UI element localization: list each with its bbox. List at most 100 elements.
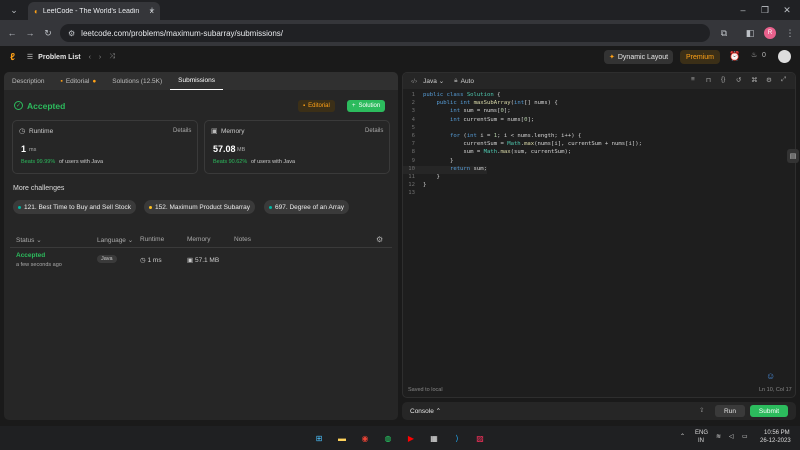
vscode-icon[interactable]: ⟩ bbox=[450, 431, 464, 445]
reset-icon[interactable]: ↺ bbox=[736, 76, 741, 84]
memory-details-link[interactable]: Details bbox=[365, 128, 383, 134]
settings-gear-icon[interactable]: ⚙ bbox=[766, 76, 772, 84]
settings-gear-icon[interactable]: ⚙ bbox=[376, 235, 383, 244]
challenge-label: 152. Maximum Product Subarray bbox=[155, 203, 251, 211]
fullscreen-icon[interactable]: ⤢ bbox=[781, 76, 786, 84]
problem-list-link[interactable]: Problem List bbox=[38, 54, 80, 61]
braces-icon[interactable]: {} bbox=[721, 76, 725, 83]
code-line[interactable]: 6 for (int i = 1; i < nums.length; i++) … bbox=[403, 133, 582, 141]
streak-fire-icon[interactable]: ♨ bbox=[751, 51, 757, 59]
code-line[interactable]: 13 bbox=[403, 190, 423, 198]
tab-editorial[interactable]: ▪ Editorial ● bbox=[53, 72, 105, 90]
battery-icon[interactable]: ▭ bbox=[742, 433, 748, 440]
console-toggle[interactable]: Console ⌃ bbox=[410, 407, 441, 415]
new-tab-button[interactable]: + bbox=[144, 2, 160, 18]
challenge-chip[interactable]: 121. Best Time to Buy and Sell Stock bbox=[13, 200, 136, 214]
forward-icon[interactable]: → bbox=[22, 25, 38, 41]
code-line[interactable]: 7 currentSum = Math.max(nums[i], current… bbox=[403, 141, 642, 149]
profile-avatar[interactable]: R bbox=[764, 27, 776, 39]
solution-button[interactable]: + Solution bbox=[347, 100, 386, 112]
tray-chevron-up-icon[interactable]: ⌃ bbox=[680, 433, 685, 440]
intellij-icon[interactable]: ▨ bbox=[473, 431, 487, 445]
col-runtime: Runtime bbox=[140, 236, 165, 243]
clock-time[interactable]: 10:56 PM bbox=[764, 430, 790, 436]
challenge-chip[interactable]: 152. Maximum Product Subarray bbox=[144, 200, 256, 214]
result-status: Accepted bbox=[27, 101, 66, 111]
code-text: currentSum = Math.max(nums[i], currentSu… bbox=[423, 141, 642, 148]
col-language[interactable]: Language ⌄ bbox=[97, 236, 133, 244]
back-icon[interactable]: ← bbox=[4, 25, 20, 41]
language-select[interactable]: Java ⌄ bbox=[423, 77, 444, 85]
table-row[interactable]: Accepted a few seconds ago Java ◷ 1 ms ▣… bbox=[10, 250, 392, 274]
tab-title: LeetCode - The World's Leadin bbox=[42, 7, 140, 15]
col-status[interactable]: Status ⌄ bbox=[16, 236, 42, 244]
minimize-icon[interactable]: – bbox=[735, 2, 751, 18]
code-line[interactable]: 8 sum = Math.max(sum, currentSum); bbox=[403, 149, 572, 157]
tab-submissions[interactable]: Submissions bbox=[170, 72, 223, 90]
clock-date[interactable]: 26-12-2023 bbox=[760, 438, 791, 444]
challenge-label: 121. Best Time to Buy and Sell Stock bbox=[24, 203, 131, 211]
address-bar[interactable]: ⚙ leetcode.com/problems/maximum-subarray… bbox=[60, 24, 710, 42]
upload-icon[interactable]: ⇪ bbox=[699, 406, 704, 414]
bookmark-icon[interactable]: ⊓ bbox=[706, 76, 711, 84]
ai-assistant-icon[interactable]: ☺ bbox=[766, 371, 775, 381]
input-language[interactable]: ENG bbox=[695, 430, 708, 436]
window-close-icon[interactable]: ✕ bbox=[779, 2, 795, 18]
challenge-chip[interactable]: 697. Degree of an Array bbox=[264, 200, 350, 214]
code-line[interactable]: 1 public class Solution { bbox=[403, 92, 501, 100]
shuffle-icon[interactable]: ⤨ bbox=[109, 53, 115, 61]
whatsapp-icon[interactable]: ◍ bbox=[381, 431, 395, 445]
memory-beats-pct: Beats 90.62% bbox=[213, 159, 248, 165]
memory-card[interactable]: ▣ Memory Details 57.08 MB Beats 90.62% o… bbox=[204, 120, 390, 174]
url-text: leetcode.com/problems/maximum-subarray/s… bbox=[81, 28, 284, 38]
next-problem-icon[interactable]: › bbox=[99, 54, 101, 61]
premium-button[interactable]: Premium bbox=[680, 50, 721, 64]
row-memory: ▣ 57.1 MB bbox=[187, 256, 219, 264]
dynamic-layout-button[interactable]: ✦ Dynamic Layout bbox=[604, 50, 674, 64]
volume-icon[interactable]: ◁ bbox=[729, 433, 734, 440]
wifi-icon[interactable]: ≋ bbox=[716, 433, 721, 440]
restore-icon[interactable]: ❐ bbox=[757, 2, 773, 18]
input-region[interactable]: IN bbox=[698, 438, 704, 444]
code-line[interactable]: 11 } bbox=[403, 174, 440, 182]
notes-side-icon[interactable]: ▤ bbox=[787, 149, 799, 163]
chrome-menu-icon[interactable]: ⋮ bbox=[782, 25, 798, 41]
runtime-details-link[interactable]: Details bbox=[173, 128, 191, 134]
code-area[interactable]: 1 public class Solution {2 public int max… bbox=[403, 92, 795, 382]
youtube-icon[interactable]: ▶ bbox=[404, 431, 418, 445]
submit-button[interactable]: Submit bbox=[750, 405, 788, 417]
auto-mode[interactable]: Auto bbox=[461, 78, 474, 85]
windows-start-icon[interactable]: ⊞ bbox=[312, 431, 326, 445]
tab-solutions[interactable]: Solutions (12.5K) bbox=[104, 72, 170, 90]
tab-search-icon[interactable]: ⌄ bbox=[6, 2, 22, 18]
shortcuts-icon[interactable]: ⌘ bbox=[751, 76, 758, 84]
side-panel-icon[interactable]: ◧ bbox=[742, 25, 758, 41]
memory-beats-rest: of users with Java bbox=[251, 159, 296, 165]
prev-problem-icon[interactable]: ‹ bbox=[89, 54, 91, 61]
row-status[interactable]: Accepted bbox=[16, 252, 45, 259]
site-info-icon[interactable]: ⚙ bbox=[68, 29, 75, 38]
streak-count: 0 bbox=[762, 52, 766, 59]
runtime-card[interactable]: ◷ Runtime Details 1 ms Beats 99.99% of u… bbox=[12, 120, 198, 174]
editorial-button[interactable]: ▪ Editorial bbox=[298, 100, 335, 112]
browser-tab[interactable]: ◐ LeetCode - The World's Leadin × bbox=[28, 2, 160, 20]
chrome-taskbar-icon[interactable]: ◉ bbox=[358, 431, 372, 445]
leetcode-logo-icon[interactable]: ℓ bbox=[10, 52, 15, 63]
code-line[interactable]: 10 return sum; bbox=[403, 165, 488, 174]
extensions-icon[interactable]: ⧉ bbox=[716, 25, 732, 41]
file-explorer-icon[interactable]: ▬ bbox=[335, 431, 349, 445]
reload-icon[interactable]: ↻ bbox=[40, 25, 56, 41]
code-line[interactable]: 5 bbox=[403, 125, 423, 133]
code-line[interactable]: 3 int sum = nums[0]; bbox=[403, 108, 511, 116]
code-line[interactable]: 4 int currentSum = nums[0]; bbox=[403, 117, 535, 125]
user-avatar[interactable] bbox=[778, 50, 791, 63]
col-notes: Notes bbox=[234, 236, 251, 243]
code-line[interactable]: 2 public int maxSubArray(int[] nums) { bbox=[403, 100, 558, 108]
format-icon[interactable]: ≡ bbox=[691, 76, 695, 83]
alarm-clock-icon[interactable]: ⏰ bbox=[729, 51, 740, 62]
store-icon[interactable]: ▦ bbox=[427, 431, 441, 445]
code-line[interactable]: 9 } bbox=[403, 158, 454, 166]
code-line[interactable]: 12} bbox=[403, 182, 426, 190]
tab-description[interactable]: Description bbox=[4, 72, 53, 90]
run-button[interactable]: Run bbox=[715, 405, 745, 417]
